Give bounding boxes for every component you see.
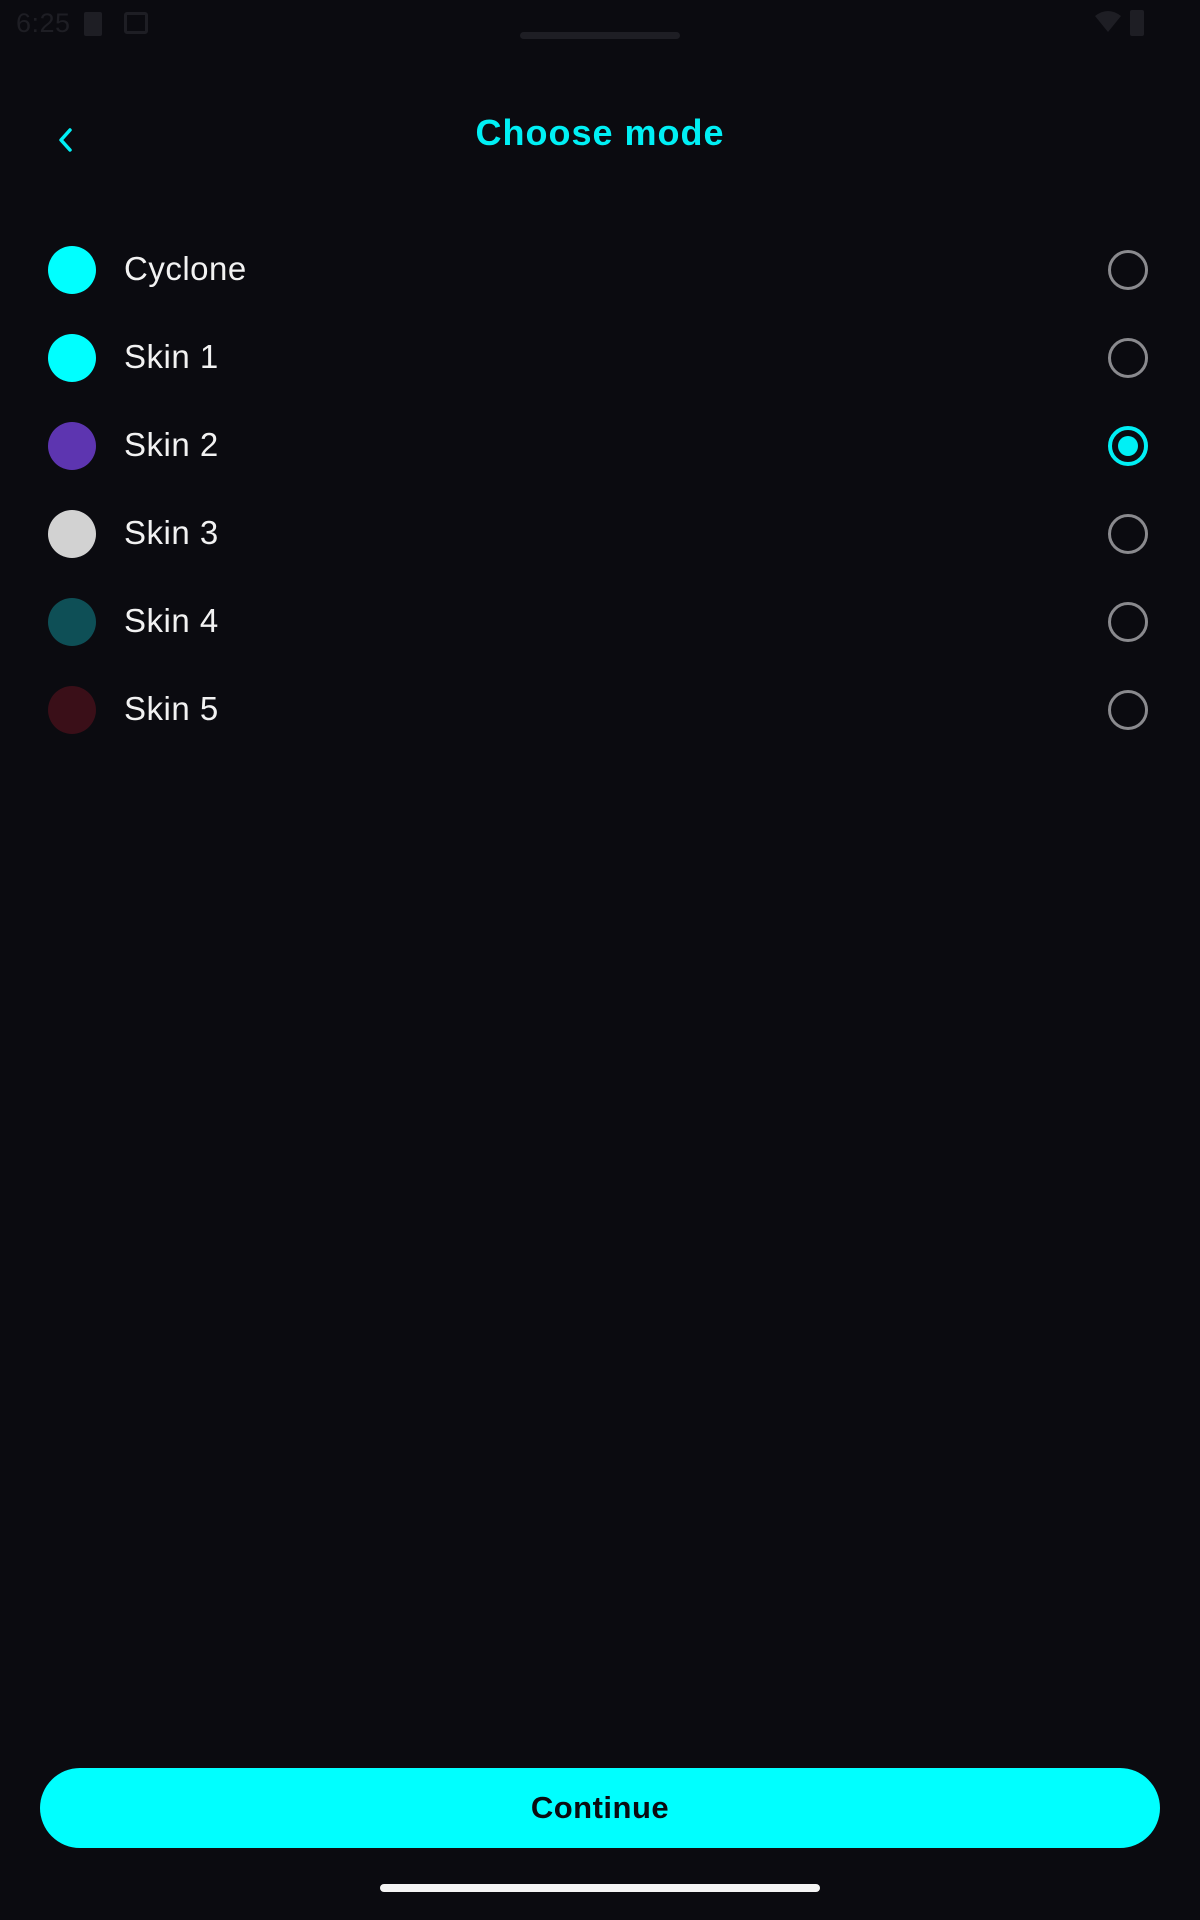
battery-icon [1130,10,1144,36]
radio-button[interactable] [1108,338,1148,378]
mode-option-cyclone[interactable]: Cyclone [0,226,1200,314]
radio-button-selected[interactable] [1108,426,1148,466]
mode-label: Skin 3 [124,514,219,551]
mode-option-skin-5[interactable]: Skin 5 [0,666,1200,754]
wifi-icon [1095,11,1121,32]
color-swatch [48,510,96,558]
drag-handle[interactable] [520,32,680,39]
status-bar: 6:25 [0,0,1200,48]
page-title: Choose mode [475,112,725,153]
color-swatch [48,422,96,470]
mode-label: Skin 1 [124,338,219,375]
radio-button[interactable] [1108,514,1148,554]
home-indicator[interactable] [380,1884,820,1892]
mode-option-skin-2[interactable]: Skin 2 [0,402,1200,490]
color-swatch [48,334,96,382]
mode-label: Skin 5 [124,690,219,727]
sd-card-icon [84,12,102,36]
radio-button[interactable] [1108,250,1148,290]
mode-label: Skin 4 [124,602,219,639]
color-swatch [48,246,96,294]
mode-label: Cyclone [124,250,247,287]
mode-option-skin-1[interactable]: Skin 1 [0,314,1200,402]
mode-list: Cyclone Skin 1 Skin 2 Skin 3 Skin 4 Skin… [0,226,1200,754]
screenshot-icon [124,12,148,34]
mode-option-skin-4[interactable]: Skin 4 [0,578,1200,666]
status-time: 6:25 [16,8,71,38]
mode-label: Skin 2 [124,426,219,463]
color-swatch [48,598,96,646]
continue-button[interactable]: Continue [40,1768,1160,1848]
color-swatch [48,686,96,734]
mode-option-skin-3[interactable]: Skin 3 [0,490,1200,578]
radio-button[interactable] [1108,690,1148,730]
choose-mode-screen: 6:25 Choose mode Cyclone Skin 1 Skin 2 S… [0,0,1200,1920]
radio-button[interactable] [1108,602,1148,642]
